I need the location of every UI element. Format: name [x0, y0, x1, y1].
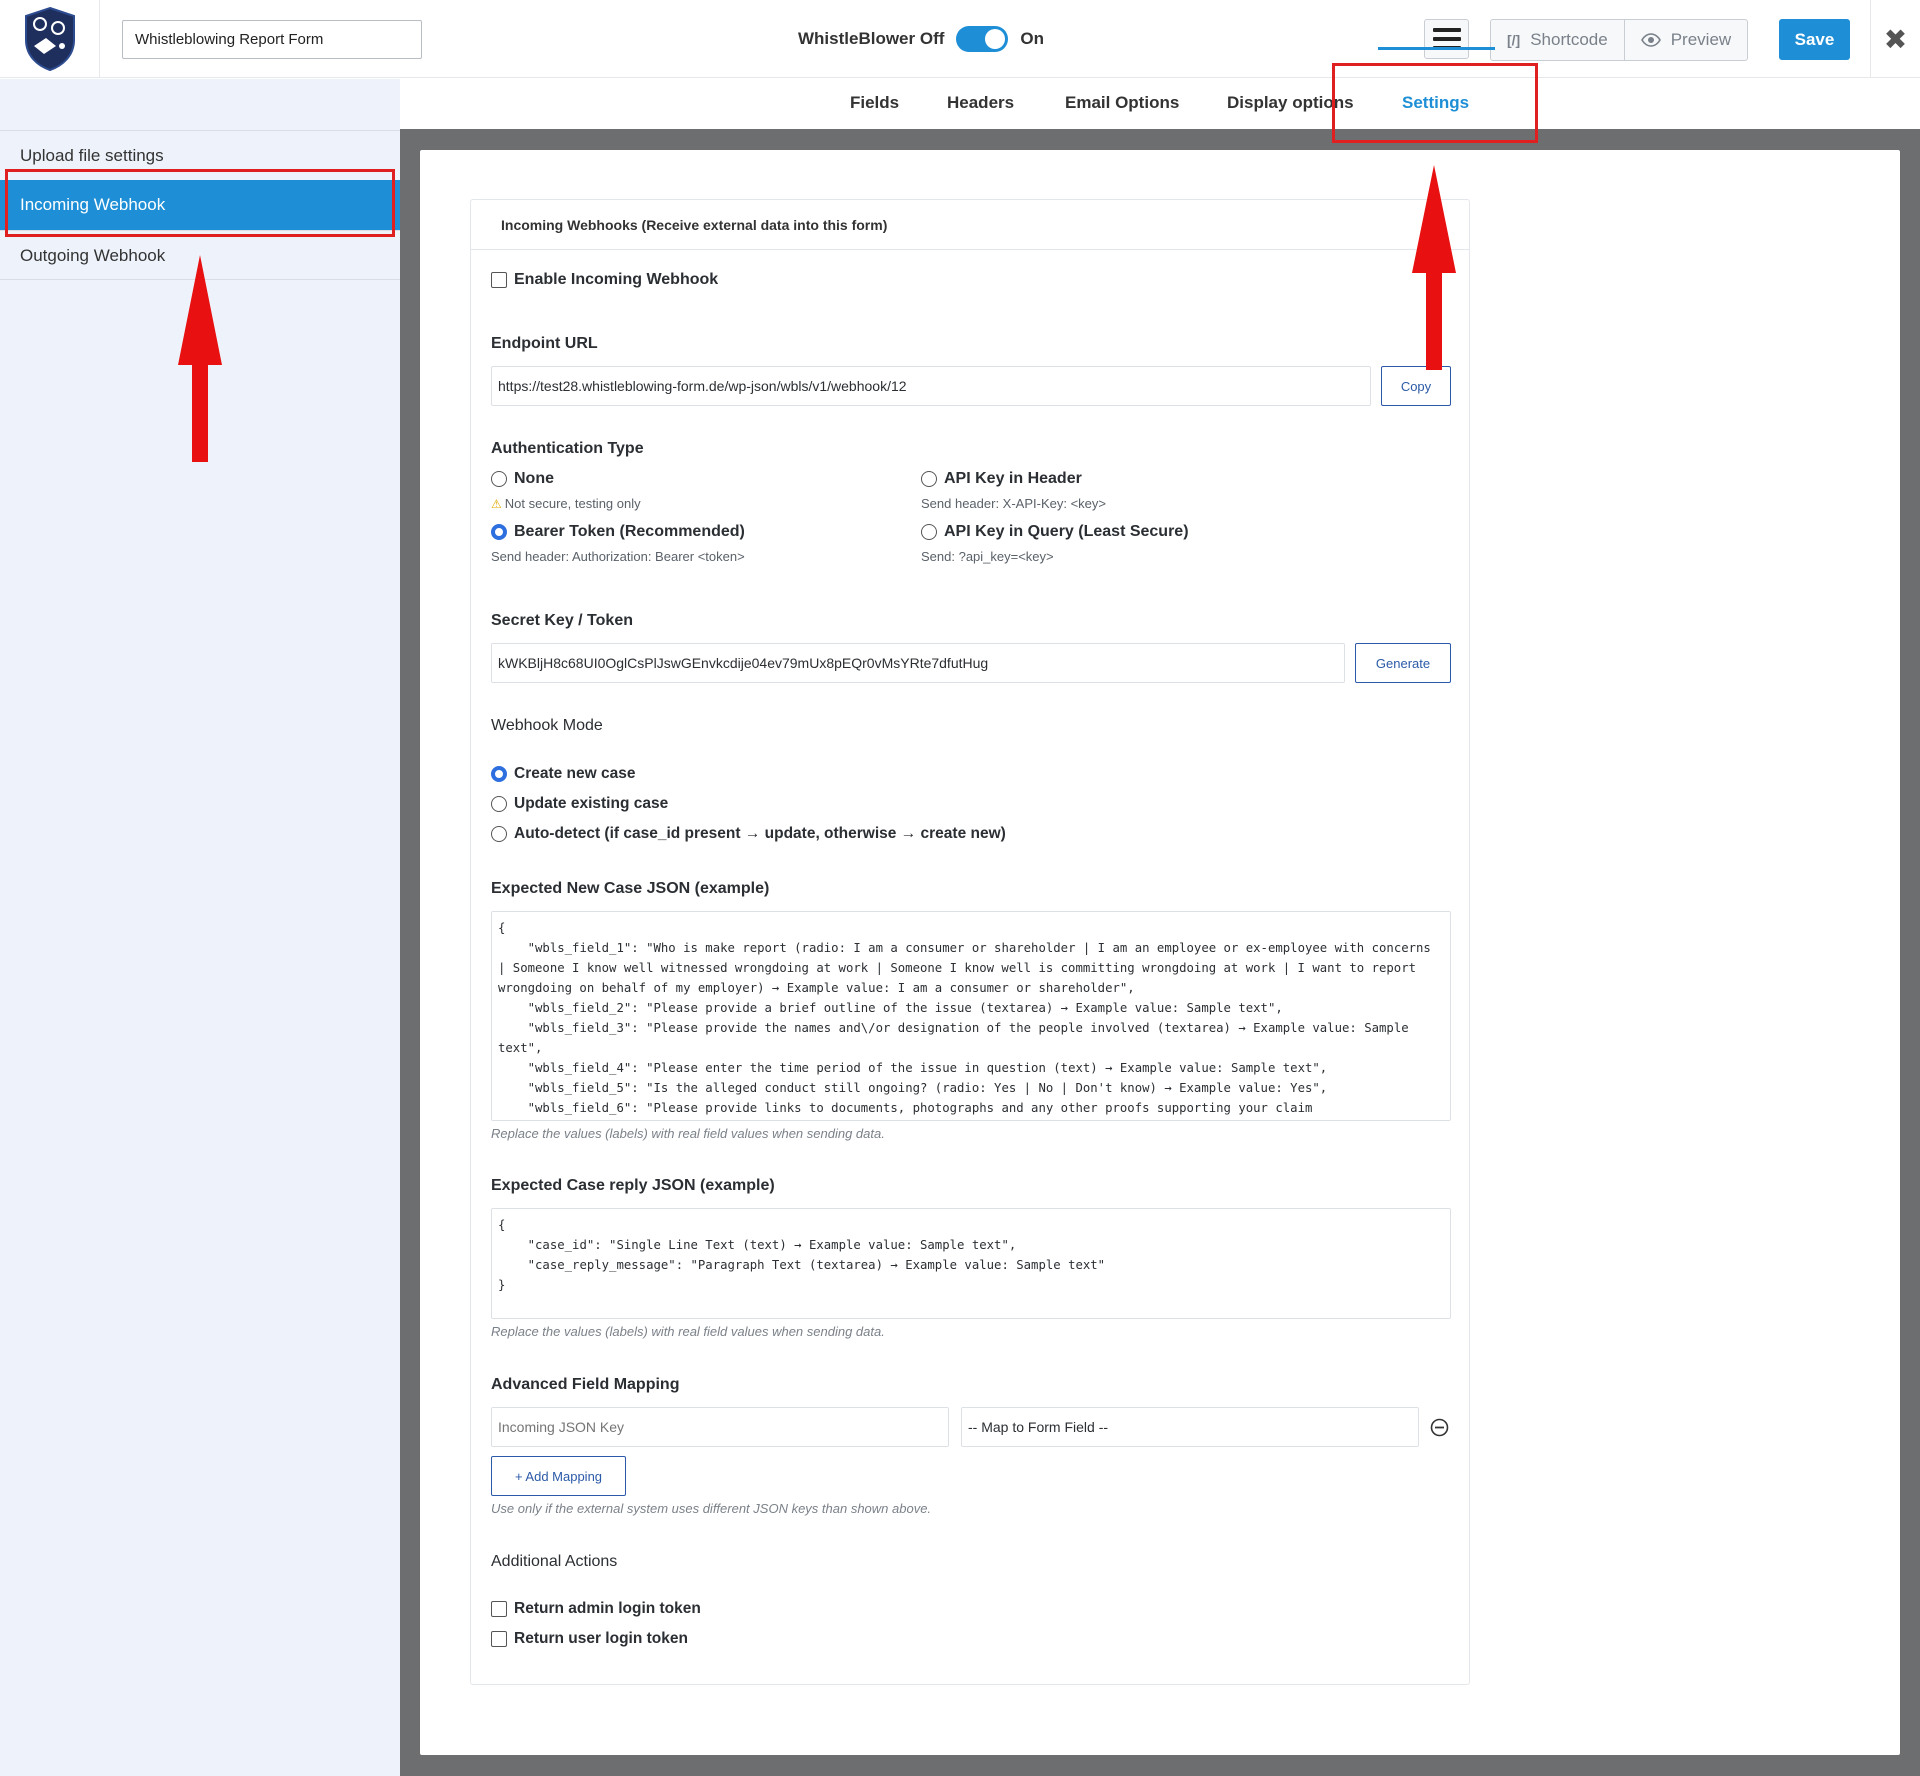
reply-json-label: Expected Case reply JSON (example) — [491, 1177, 775, 1194]
hamburger-icon — [1432, 37, 1461, 41]
return-user-token-label: Return user login token — [514, 1630, 688, 1647]
auth-api-key-header-desc: Send header: X-API-Key: <key> — [921, 496, 1106, 511]
auth-option-none[interactable]: None — [491, 470, 554, 488]
shortcode-icon: [/] — [1507, 32, 1521, 48]
active-tab-indicator — [1378, 47, 1495, 50]
warning-icon: ⚠ — [491, 496, 502, 511]
auth-none-desc: Not secure, testing only — [504, 496, 641, 511]
auth-option-bearer[interactable]: Bearer Token (Recommended) — [491, 523, 745, 541]
tab-email-options[interactable]: Email Options — [1065, 93, 1179, 113]
close-icon: ✖ — [1883, 23, 1908, 55]
mode-option-update[interactable]: Update existing case — [491, 795, 668, 813]
field-mapping-label: Advanced Field Mapping — [491, 1376, 680, 1393]
secret-key-label: Secret Key / Token — [491, 612, 633, 629]
remove-mapping-icon[interactable] — [1430, 1418, 1449, 1437]
enable-webhook-option[interactable]: Enable Incoming Webhook — [491, 271, 718, 289]
menu-button[interactable] — [1424, 19, 1469, 59]
auth-api-key-header-label: API Key in Header — [944, 470, 1082, 487]
new-case-json-textarea[interactable]: { "wbls_field_1": "Who is make report (r… — [491, 911, 1451, 1121]
shield-logo-icon — [24, 6, 75, 72]
preview-label: Preview — [1670, 30, 1732, 49]
return-user-token-option[interactable]: Return user login token — [491, 1630, 688, 1648]
return-admin-token-label: Return admin login token — [514, 1600, 701, 1617]
mode-auto-detect-label: Auto-detect (if case_id present → update… — [514, 825, 1006, 842]
save-button[interactable]: Save — [1779, 19, 1850, 60]
auth-api-key-header-radio[interactable] — [921, 471, 937, 487]
toggle-on-label: On — [1020, 29, 1045, 48]
enable-webhook-checkbox[interactable] — [491, 272, 507, 288]
close-button[interactable]: ✖ — [1870, 0, 1920, 78]
preview-button[interactable]: Preview — [1623, 20, 1747, 60]
incoming-webhooks-panel: Incoming Webhooks (Receive external data… — [470, 199, 1470, 1685]
auth-api-key-query-desc: Send: ?api_key=<key> — [921, 549, 1054, 564]
additional-actions-label: Additional Actions — [491, 1553, 618, 1570]
toggle-switch[interactable] — [956, 26, 1009, 52]
enable-webhook-label: Enable Incoming Webhook — [514, 271, 719, 288]
auth-bearer-desc: Send header: Authorization: Bearer <toke… — [491, 549, 745, 564]
auth-none-radio[interactable] — [491, 471, 507, 487]
return-admin-token-checkbox[interactable] — [491, 1601, 507, 1617]
panel-title: Incoming Webhooks (Receive external data… — [471, 200, 1469, 250]
tab-fields[interactable]: Fields — [850, 93, 899, 113]
tab-headers[interactable]: Headers — [947, 93, 1014, 113]
sidebar-item-label: Upload file settings — [20, 145, 164, 165]
sidebar-item-label: Outgoing Webhook — [20, 245, 166, 265]
reply-json-note: Replace the values (labels) with real fi… — [491, 1324, 885, 1339]
mode-update-radio[interactable] — [491, 796, 507, 812]
endpoint-url-field[interactable]: https://test28.whistleblowing-form.de/wp… — [491, 366, 1371, 406]
auth-option-api-key-query[interactable]: API Key in Query (Least Secure) — [921, 523, 1189, 541]
copy-endpoint-button[interactable]: Copy — [1381, 366, 1451, 406]
auth-bearer-radio[interactable] — [491, 524, 507, 540]
mode-update-label: Update existing case — [514, 795, 669, 812]
mapping-form-field-select[interactable]: -- Map to Form Field -- — [961, 1407, 1419, 1447]
return-admin-token-option[interactable]: Return admin login token — [491, 1600, 701, 1618]
auth-bearer-label: Bearer Token (Recommended) — [514, 523, 745, 540]
annotation-arrow-up-icon — [178, 255, 222, 462]
auth-api-key-query-label: API Key in Query (Least Secure) — [944, 523, 1189, 540]
auth-type-label: Authentication Type — [491, 440, 644, 457]
auth-option-api-key-header[interactable]: API Key in Header — [921, 470, 1082, 488]
mode-create-label: Create new case — [514, 765, 636, 782]
mode-auto-detect-radio[interactable] — [491, 826, 507, 842]
toggle-off-label: WhistleBlower Off — [798, 29, 945, 48]
annotation-box-settings-tab — [1332, 63, 1538, 143]
webhook-mode-label: Webhook Mode — [491, 717, 603, 734]
shortcode-label: Shortcode — [1530, 30, 1608, 49]
shortcode-button[interactable]: [/] Shortcode — [1491, 20, 1624, 60]
add-mapping-button[interactable]: + Add Mapping — [491, 1456, 626, 1496]
eye-icon — [1640, 33, 1661, 47]
mode-option-create[interactable]: Create new case — [491, 765, 636, 783]
mapping-note: Use only if the external system uses dif… — [491, 1501, 932, 1516]
mode-option-auto-detect[interactable]: Auto-detect (if case_id present → update… — [491, 825, 1006, 843]
annotation-box-incoming-webhook — [5, 169, 395, 237]
whistleblower-toggle[interactable]: WhistleBlower Off On — [798, 26, 1044, 52]
top-bar: WhistleBlower Off On [/] Shortcode Previ… — [0, 0, 1920, 78]
generate-secret-button[interactable]: Generate — [1355, 643, 1451, 683]
reply-json-textarea[interactable]: { "case_id": "Single Line Text (text) → … — [491, 1208, 1451, 1319]
form-title-input[interactable] — [122, 20, 422, 59]
logo — [0, 0, 100, 78]
auth-api-key-query-radio[interactable] — [921, 524, 937, 540]
hamburger-icon — [1432, 28, 1461, 32]
new-case-json-label: Expected New Case JSON (example) — [491, 880, 770, 897]
secret-key-field[interactable]: kWKBljH8c68UI0OglCsPlJswGEnvkcdije04ev79… — [491, 643, 1345, 683]
new-case-json-note: Replace the values (labels) with real fi… — [491, 1126, 885, 1141]
endpoint-url-label: Endpoint URL — [491, 335, 598, 352]
toggle-knob — [985, 29, 1006, 49]
annotation-arrow-up-icon — [1412, 165, 1456, 370]
return-user-token-checkbox[interactable] — [491, 1631, 507, 1647]
mapping-json-key-input[interactable] — [491, 1407, 949, 1447]
shortcode-preview-group: [/] Shortcode Preview — [1490, 19, 1749, 61]
auth-none-label: None — [514, 470, 554, 487]
auth-none-desc-row: ⚠ Not secure, testing only — [491, 496, 641, 511]
mode-create-radio[interactable] — [491, 766, 507, 782]
tab-bar: Fields Headers Email Options Display opt… — [400, 79, 1920, 129]
